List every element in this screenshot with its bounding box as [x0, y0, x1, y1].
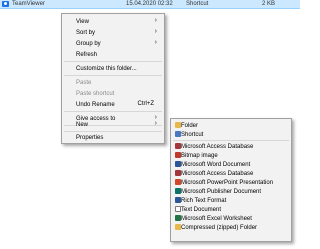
file-date: 15.04.2020 02:32	[126, 1, 173, 7]
menu-separator	[64, 131, 162, 132]
menu-item-group-by[interactable]: Group by ›	[64, 39, 162, 48]
menu-item-label: Group by	[76, 40, 101, 47]
chevron-right-icon: ›	[154, 120, 157, 127]
menu-item-sort-by[interactable]: Sort by ›	[64, 28, 162, 37]
menu-item-label: Paste	[76, 79, 92, 86]
text-document-icon	[175, 206, 181, 212]
word-icon	[175, 161, 181, 167]
access-icon	[175, 170, 181, 176]
submenu-item-label: Shortcut	[181, 131, 204, 138]
menu-item-customize-folder[interactable]: Customize this folder...	[64, 64, 162, 73]
new-submenu: Folder Shortcut Microsoft Access Databas…	[170, 118, 292, 242]
file-name: TeamViewer	[12, 1, 45, 7]
chevron-right-icon: ›	[154, 17, 157, 24]
zip-folder-icon	[175, 224, 181, 230]
access-icon	[175, 143, 181, 149]
keyboard-shortcut: Ctrl+Z	[137, 101, 155, 107]
submenu-item-label: Rich Text Format	[181, 197, 227, 204]
file-size: 2 KB	[262, 1, 276, 7]
powerpoint-icon	[175, 179, 181, 185]
menu-item-label: New	[76, 121, 89, 128]
menu-item-view[interactable]: View ›	[64, 17, 162, 26]
menu-item-label: Properties	[76, 134, 104, 141]
chevron-right-icon: ›	[154, 39, 157, 46]
submenu-item-label: Microsoft Access Database	[181, 170, 254, 177]
submenu-item-publisher-document[interactable]: Microsoft Publisher Document	[173, 187, 289, 196]
submenu-item-access-database-2[interactable]: Microsoft Access Database	[173, 169, 289, 178]
submenu-item-powerpoint-presentation[interactable]: Microsoft PowerPoint Presentation	[173, 178, 289, 187]
menu-item-label: View	[76, 18, 89, 25]
menu-item-properties[interactable]: Properties	[64, 133, 162, 142]
menu-item-paste[interactable]: Paste	[64, 78, 162, 87]
submenu-item-folder[interactable]: Folder	[173, 121, 289, 130]
submenu-item-label: Bitmap image	[181, 152, 218, 159]
selected-file-row[interactable]: TeamViewer 15.04.2020 02:32 Shortcut 2 K…	[0, 0, 300, 9]
context-menu: View › Sort by › Group by › Refresh Cust…	[61, 13, 165, 144]
publisher-icon	[175, 188, 181, 194]
excel-icon	[175, 215, 181, 221]
menu-item-label: Customize this folder...	[76, 65, 137, 72]
submenu-item-label: Microsoft Excel Worksheet	[181, 215, 252, 222]
file-type: Shortcut	[186, 1, 209, 7]
submenu-item-label: Compressed (zipped) Folder	[181, 224, 258, 231]
rtf-icon	[175, 197, 181, 203]
menu-item-label: Sort by	[76, 29, 96, 36]
submenu-item-zipped-folder[interactable]: Compressed (zipped) Folder	[173, 223, 289, 232]
shortcut-icon	[175, 131, 181, 137]
submenu-item-label: Microsoft PowerPoint Presentation	[181, 179, 274, 186]
submenu-item-bitmap-image[interactable]: Bitmap image	[173, 151, 289, 160]
menu-item-refresh[interactable]: Refresh	[64, 50, 162, 59]
folder-icon	[175, 122, 181, 128]
submenu-item-label: Microsoft Publisher Document	[181, 188, 262, 195]
menu-item-new[interactable]: New ›	[64, 120, 162, 129]
menu-item-label: Refresh	[76, 51, 98, 58]
teamviewer-icon	[2, 1, 9, 7]
chevron-right-icon: ›	[154, 28, 157, 35]
menu-item-label: Undo Rename	[76, 101, 115, 108]
menu-item-paste-shortcut[interactable]: Paste shortcut	[64, 89, 162, 98]
bitmap-icon	[175, 152, 181, 158]
menu-item-label: Paste shortcut	[76, 90, 115, 97]
menu-item-undo-rename[interactable]: Undo Rename Ctrl+Z	[64, 100, 162, 109]
submenu-item-word-document[interactable]: Microsoft Word Document	[173, 160, 289, 169]
submenu-item-access-database[interactable]: Microsoft Access Database	[173, 142, 289, 151]
submenu-item-shortcut[interactable]: Shortcut	[173, 130, 289, 139]
menu-separator	[64, 75, 162, 76]
submenu-item-label: Microsoft Word Document	[181, 161, 251, 168]
submenu-item-label: Text Document	[181, 206, 222, 213]
submenu-item-label: Folder	[181, 122, 199, 129]
submenu-item-rich-text-format[interactable]: Rich Text Format	[173, 196, 289, 205]
submenu-item-text-document[interactable]: Text Document	[173, 205, 289, 214]
submenu-item-label: Microsoft Access Database	[181, 143, 254, 150]
menu-separator	[64, 61, 162, 62]
submenu-item-excel-worksheet[interactable]: Microsoft Excel Worksheet	[173, 214, 289, 223]
menu-separator	[173, 140, 289, 141]
menu-separator	[64, 111, 162, 112]
